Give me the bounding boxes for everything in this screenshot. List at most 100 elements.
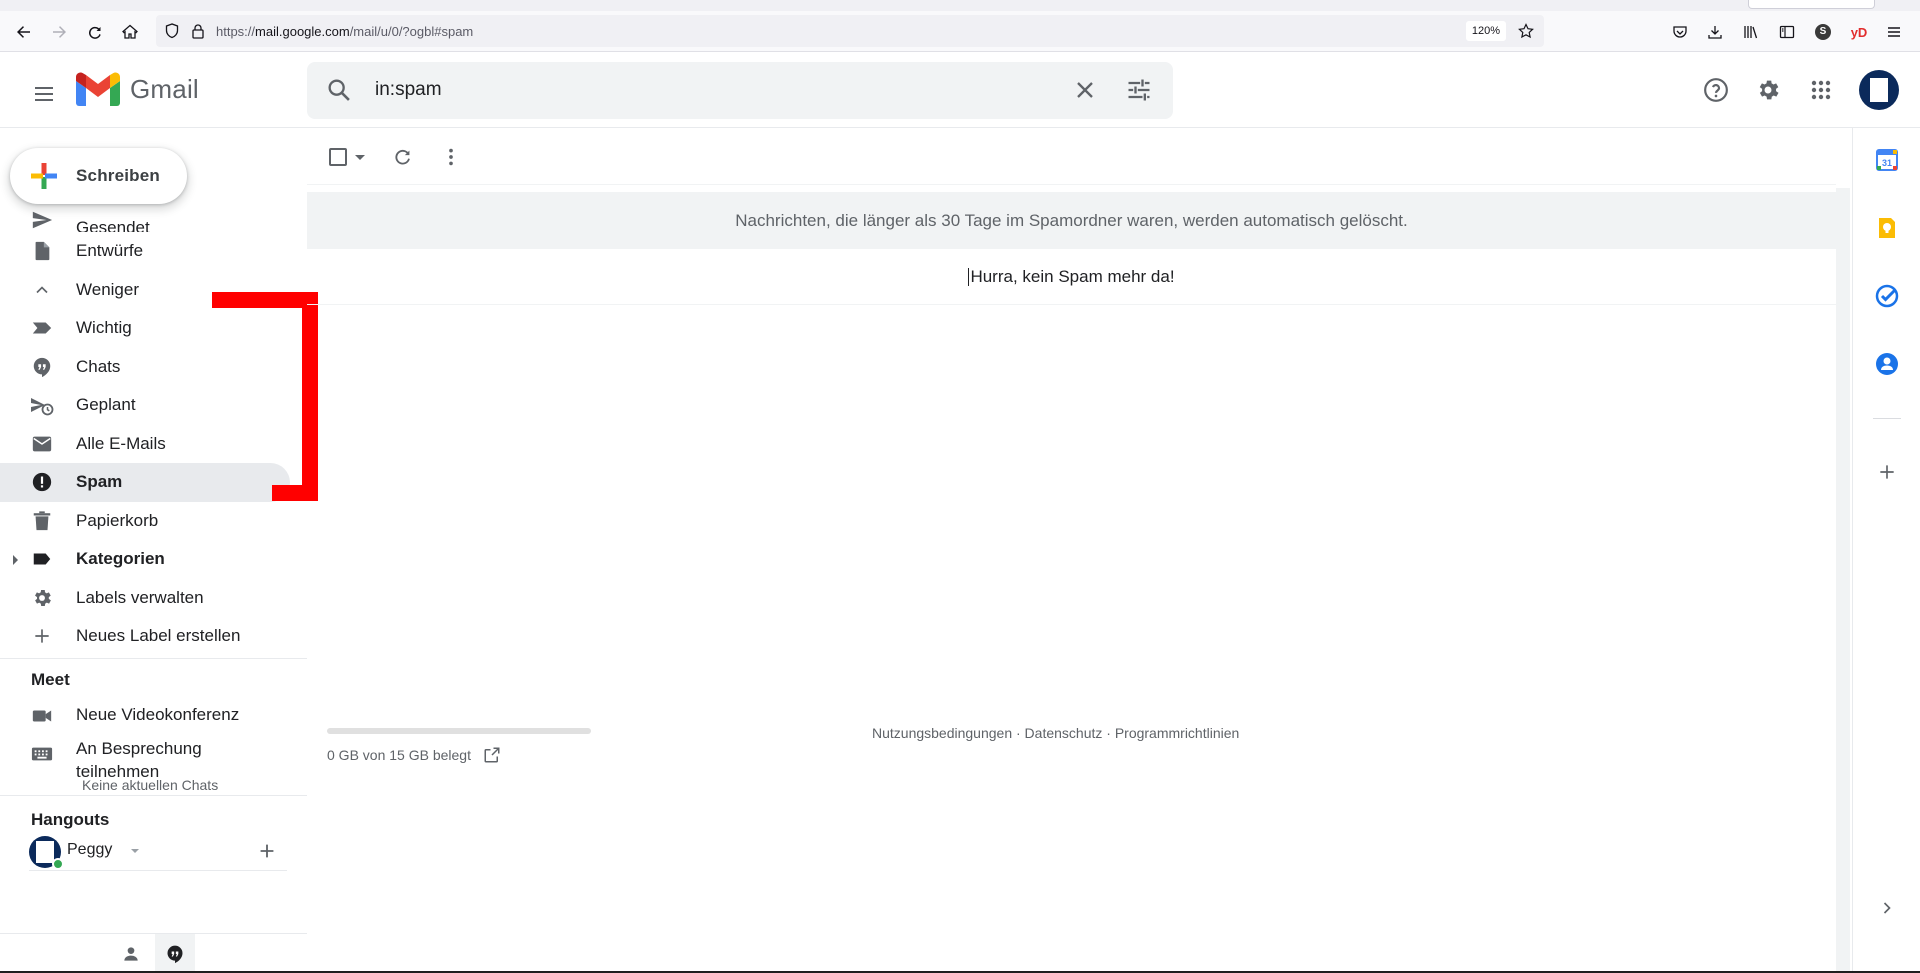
yd-extension-icon[interactable]: yD bbox=[1847, 20, 1871, 44]
pocket-icon[interactable] bbox=[1668, 20, 1692, 44]
nav-item-drafts[interactable]: Entwürfe bbox=[0, 232, 307, 271]
get-addons-plus-icon[interactable] bbox=[1873, 458, 1901, 486]
lock-icon[interactable] bbox=[190, 23, 206, 39]
downloads-icon[interactable] bbox=[1703, 20, 1727, 44]
library-icon[interactable] bbox=[1739, 20, 1763, 44]
chat-icon bbox=[30, 355, 54, 379]
home-icon[interactable] bbox=[118, 20, 142, 44]
checkbox-icon[interactable] bbox=[329, 148, 347, 166]
empty-spam-message: Hurra, kein Spam mehr da! bbox=[307, 249, 1836, 305]
profile-icon[interactable]: S bbox=[1811, 20, 1835, 44]
compose-plus-icon bbox=[31, 163, 57, 189]
plus-icon bbox=[30, 624, 54, 648]
reload-icon[interactable] bbox=[83, 20, 107, 44]
shield-icon[interactable] bbox=[164, 23, 180, 39]
footer-links[interactable]: Nutzungsbedingungen · Datenschutz · Prog… bbox=[872, 725, 1239, 741]
nav-item-label: Labels verwalten bbox=[76, 587, 204, 607]
nav-item-label: Entwürfe bbox=[76, 241, 144, 261]
hangouts-divider bbox=[29, 869, 287, 871]
scheduled-icon bbox=[30, 393, 54, 417]
forward-icon[interactable] bbox=[47, 20, 71, 44]
nav-item-label: Weniger bbox=[76, 279, 139, 299]
meet-item-label: An Besprechung teilnehmen bbox=[76, 738, 202, 781]
spam-icon bbox=[30, 470, 54, 494]
sidebar-bottom-tabs bbox=[0, 933, 307, 973]
contacts-icon[interactable] bbox=[1873, 350, 1901, 378]
keyboard-icon bbox=[30, 742, 54, 766]
clear-search-icon[interactable] bbox=[1071, 76, 1099, 104]
address-bar[interactable]: https://mail.google.com/mail/u/0/?ogbl#s… bbox=[156, 15, 1544, 47]
svg-text:31: 31 bbox=[1882, 158, 1892, 168]
message-list-scrollbar[interactable] bbox=[1836, 188, 1850, 973]
spam-notice-banner: Nachrichten, die länger als 30 Tage im S… bbox=[307, 192, 1836, 249]
gmail-header: Gmail bbox=[0, 52, 1920, 128]
keep-bulb-icon[interactable] bbox=[1873, 214, 1901, 242]
url-text[interactable]: https://mail.google.com/mail/u/0/?ogbl#s… bbox=[216, 24, 473, 39]
account-avatar[interactable] bbox=[1859, 70, 1899, 110]
expand-panel-chevron-icon[interactable] bbox=[1873, 894, 1901, 922]
browser-tab-strip bbox=[0, 0, 1920, 11]
nav-item-label: Geplant bbox=[76, 395, 136, 415]
nav-item-label: Wichtig bbox=[76, 318, 132, 338]
gmail-logo[interactable]: Gmail bbox=[76, 72, 199, 106]
text-cursor bbox=[968, 267, 970, 286]
new-conversation-plus-icon[interactable] bbox=[256, 840, 278, 862]
video-camera-icon bbox=[30, 704, 54, 728]
bookmark-star-icon[interactable] bbox=[1518, 23, 1534, 39]
contacts-person-icon[interactable] bbox=[111, 934, 151, 973]
search-bar bbox=[307, 62, 1173, 119]
meet-new-meeting[interactable]: Neue Videokonferenz bbox=[0, 699, 307, 737]
label-icon bbox=[30, 547, 54, 571]
more-options-icon[interactable] bbox=[437, 143, 465, 171]
important-icon bbox=[30, 316, 54, 340]
open-external-icon[interactable] bbox=[483, 746, 501, 764]
hangouts-user[interactable]: Peggy bbox=[0, 832, 307, 871]
nav-item-label: Alle E-Mails bbox=[76, 433, 166, 453]
gear-icon bbox=[30, 586, 54, 610]
gmail-m-icon bbox=[76, 72, 120, 106]
status-dropdown-icon[interactable] bbox=[131, 848, 139, 853]
nav-item-sent[interactable]: Gesendet bbox=[0, 210, 307, 232]
storage-usage-text: 0 GB von 15 GB belegt bbox=[327, 747, 471, 763]
calendar-icon[interactable]: 31 bbox=[1873, 146, 1901, 174]
refresh-icon[interactable] bbox=[389, 143, 417, 171]
hangouts-chat-icon[interactable] bbox=[155, 934, 195, 973]
browser-menu-icon[interactable] bbox=[1882, 20, 1906, 44]
storage-usage-bar bbox=[327, 728, 591, 734]
left-sidebar: Schreiben Gesendet Entwürfe Weniger Wich… bbox=[0, 128, 307, 973]
draft-icon bbox=[30, 239, 54, 263]
nav-item-categories[interactable]: Kategorien bbox=[0, 540, 307, 579]
settings-gear-icon[interactable] bbox=[1748, 70, 1788, 110]
side-panel: 31 bbox=[1852, 128, 1920, 973]
back-icon[interactable] bbox=[12, 20, 36, 44]
meet-section-title: Meet bbox=[31, 669, 70, 689]
chevron-up-icon bbox=[30, 278, 54, 302]
nav-item-manage-labels[interactable]: Labels verwalten bbox=[0, 579, 307, 618]
select-dropdown-icon[interactable] bbox=[355, 154, 365, 160]
nav-item-label: Gesendet bbox=[76, 218, 150, 232]
nav-item-trash[interactable]: Papierkorb bbox=[0, 502, 307, 541]
search-options-icon[interactable] bbox=[1125, 76, 1153, 104]
nav-item-label: Spam bbox=[76, 472, 123, 492]
compose-button[interactable]: Schreiben bbox=[10, 148, 187, 204]
search-icon[interactable] bbox=[325, 76, 353, 104]
help-icon[interactable] bbox=[1696, 70, 1736, 110]
main-menu-icon[interactable] bbox=[24, 74, 64, 114]
sidebar-toggle-icon[interactable] bbox=[1775, 20, 1799, 44]
expand-caret-icon[interactable] bbox=[13, 555, 18, 565]
select-all-checkbox[interactable] bbox=[321, 145, 369, 169]
hangouts-user-name: Peggy bbox=[67, 840, 113, 858]
nav-item-label: Neues Label erstellen bbox=[76, 626, 241, 646]
nav-item-label: Papierkorb bbox=[76, 510, 159, 530]
google-apps-icon[interactable] bbox=[1801, 70, 1841, 110]
zoom-indicator[interactable]: 120% bbox=[1466, 21, 1506, 41]
sidebar-divider bbox=[0, 794, 307, 796]
hangouts-section-title: Hangouts bbox=[31, 809, 110, 829]
browser-tab-edge[interactable] bbox=[1748, 0, 1875, 9]
tasks-check-icon[interactable] bbox=[1873, 282, 1901, 310]
nav-item-create-label[interactable]: Neues Label erstellen bbox=[0, 617, 307, 656]
message-toolbar bbox=[307, 128, 1836, 185]
search-input[interactable] bbox=[375, 72, 1015, 108]
online-status-dot bbox=[52, 857, 64, 870]
sidebar-divider bbox=[0, 657, 307, 659]
